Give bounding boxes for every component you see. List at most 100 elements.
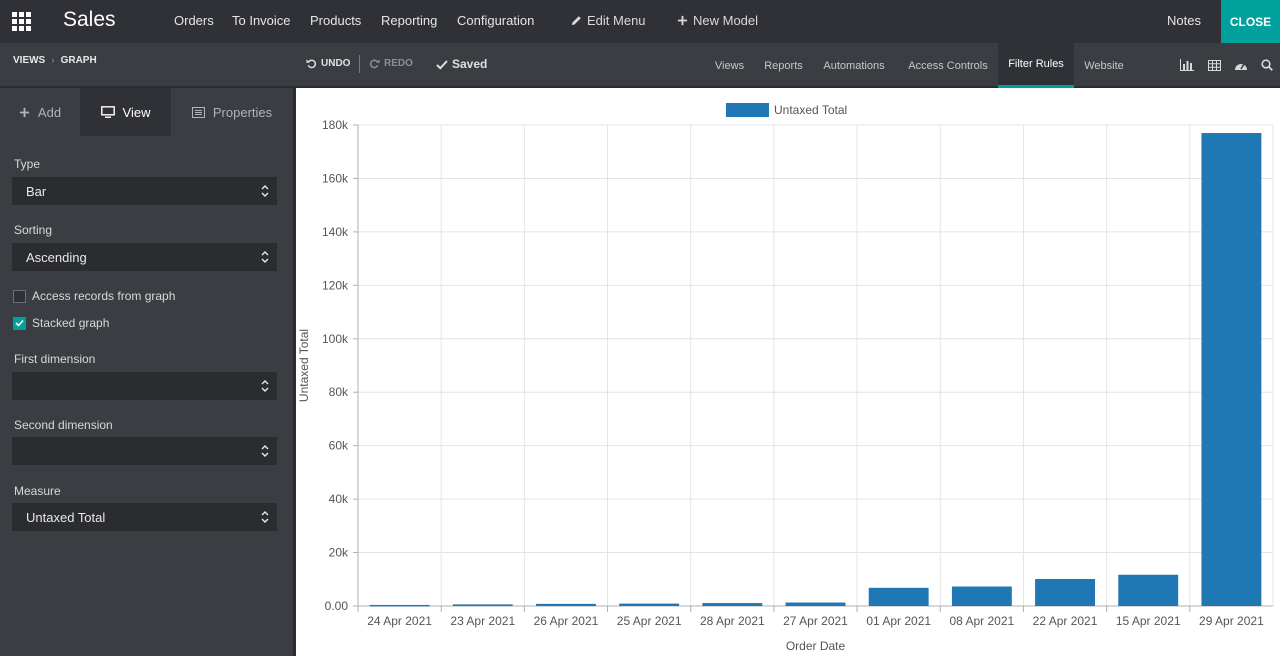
y-tick-label: 180k [322, 118, 349, 132]
second-dimension-select[interactable] [12, 437, 277, 465]
tab-properties-label: Properties [212, 104, 273, 120]
y-tick-label: 20k [329, 546, 349, 560]
type-select-value: Bar [26, 183, 47, 199]
y-tick-label: 60k [329, 439, 349, 453]
top-navbar: Sales Orders To Invoice Products Reporti… [0, 0, 1280, 43]
y-tick-label: 0.00 [325, 599, 349, 613]
tab-reports[interactable]: Reports [756, 43, 811, 88]
undo-button[interactable]: UNDO [306, 58, 350, 69]
monitor-icon [100, 106, 115, 118]
new-model-label: New Model [693, 13, 759, 28]
x-axis-title: Order Date [786, 639, 846, 653]
breadcrumb-graph: GRAPH [60, 55, 97, 66]
x-tick-label: 27 Apr 2021 [783, 614, 848, 628]
type-select[interactable]: Bar [12, 177, 277, 205]
type-label: Type [14, 157, 41, 171]
dashboard-icon[interactable] [1233, 57, 1249, 73]
x-tick-label: 01 Apr 2021 [866, 614, 931, 628]
plus-icon [19, 107, 30, 117]
menu-item-reporting[interactable]: Reporting [381, 13, 437, 28]
bar[interactable] [1035, 579, 1095, 606]
tab-views[interactable]: Views [706, 43, 753, 88]
saved-label: Saved [452, 57, 488, 71]
bar[interactable] [619, 603, 680, 606]
x-tick-label: 25 Apr 2021 [617, 614, 682, 628]
bar[interactable] [1118, 574, 1179, 606]
first-dimension-label: First dimension [14, 352, 96, 366]
bar[interactable] [951, 586, 1012, 606]
stacked-graph-label: Stacked graph [32, 316, 110, 330]
y-tick-label: 120k [322, 278, 349, 292]
tab-automations[interactable]: Automations [814, 43, 894, 88]
list-icon [191, 106, 205, 118]
studio-toolbar: VIEWS › GRAPH UNDO REDO Saved Views Repo… [0, 43, 1280, 88]
tab-add[interactable]: Add [0, 88, 80, 136]
view-editor-sidebar: Add View Properties Type Bar Sorting Asc… [0, 88, 293, 656]
bar[interactable] [785, 602, 846, 606]
new-model-button[interactable]: New Model [677, 13, 758, 28]
stacked-graph-option[interactable]: Stacked graph [13, 316, 109, 330]
y-tick-label: 40k [329, 492, 349, 506]
check-icon [15, 319, 24, 327]
x-tick-label: 26 Apr 2021 [534, 614, 599, 628]
bar[interactable] [369, 604, 430, 607]
legend-swatch[interactable] [726, 103, 769, 117]
select-arrows-icon [261, 185, 269, 197]
bar[interactable] [868, 587, 929, 606]
bar-chart-icon[interactable] [1179, 57, 1195, 73]
tab-view[interactable]: View [80, 88, 171, 136]
search-icon[interactable] [1259, 57, 1275, 73]
x-tick-label: 28 Apr 2021 [700, 614, 765, 628]
x-tick-label: 15 Apr 2021 [1116, 614, 1181, 628]
close-button[interactable]: CLOSE [1221, 0, 1280, 43]
redo-icon [369, 59, 380, 69]
x-tick-label: 22 Apr 2021 [1033, 614, 1098, 628]
bar[interactable] [1201, 133, 1262, 606]
sorting-select[interactable]: Ascending [12, 243, 277, 271]
x-tick-label: 23 Apr 2021 [450, 614, 515, 628]
select-arrows-icon [261, 251, 269, 263]
plus-icon [677, 15, 688, 26]
bar-chart: 0.00 20k 40k 60k 80k 100k 120k 140k 160k 180k 24 A… [297, 103, 1274, 653]
select-arrows-icon [261, 380, 269, 392]
bar[interactable] [702, 603, 763, 606]
notes-link[interactable]: Notes [1167, 13, 1201, 28]
redo-button[interactable]: REDO [369, 58, 413, 69]
edit-menu-button[interactable]: Edit Menu [571, 13, 646, 28]
menu-item-to-invoice[interactable]: To Invoice [232, 13, 291, 28]
tab-view-label: View [122, 104, 151, 120]
breadcrumb-views[interactable]: VIEWS [13, 55, 45, 66]
tab-properties[interactable]: Properties [171, 88, 293, 136]
check-icon [436, 59, 448, 70]
tab-access-controls[interactable]: Access Controls [898, 43, 998, 88]
tab-website[interactable]: Website [1076, 43, 1132, 88]
breadcrumb-separator-icon: › [51, 55, 55, 66]
second-dimension-label: Second dimension [14, 418, 113, 432]
undo-redo-divider [359, 55, 360, 73]
y-tick-label: 140k [322, 225, 349, 239]
sidebar-tabs: Add View Properties [0, 88, 293, 136]
menu-item-orders[interactable]: Orders [174, 13, 214, 28]
undo-label: UNDO [321, 58, 351, 69]
menu-item-configuration[interactable]: Configuration [457, 13, 534, 28]
bar[interactable] [536, 603, 596, 606]
breadcrumb: VIEWS › GRAPH [13, 55, 97, 66]
access-records-checkbox[interactable] [13, 289, 26, 303]
access-records-label: Access records from graph [32, 289, 176, 303]
bar[interactable] [452, 604, 513, 606]
measure-select[interactable]: Untaxed Total [12, 503, 277, 531]
stacked-graph-checkbox[interactable] [13, 316, 26, 330]
apps-grid-icon[interactable] [12, 12, 31, 31]
app-title: Sales [63, 8, 116, 31]
select-arrows-icon [261, 511, 269, 523]
tab-filter-rules[interactable]: Filter Rules [998, 43, 1074, 88]
pencil-icon [571, 16, 581, 26]
first-dimension-select[interactable] [12, 372, 277, 400]
menu-item-products[interactable]: Products [310, 13, 361, 28]
sorting-select-value: Ascending [26, 249, 87, 265]
legend-label[interactable]: Untaxed Total [774, 103, 847, 117]
tab-add-label: Add [37, 104, 62, 120]
measure-select-value: Untaxed Total [26, 509, 106, 525]
table-icon[interactable] [1206, 57, 1222, 73]
access-records-option[interactable]: Access records from graph [13, 289, 175, 303]
